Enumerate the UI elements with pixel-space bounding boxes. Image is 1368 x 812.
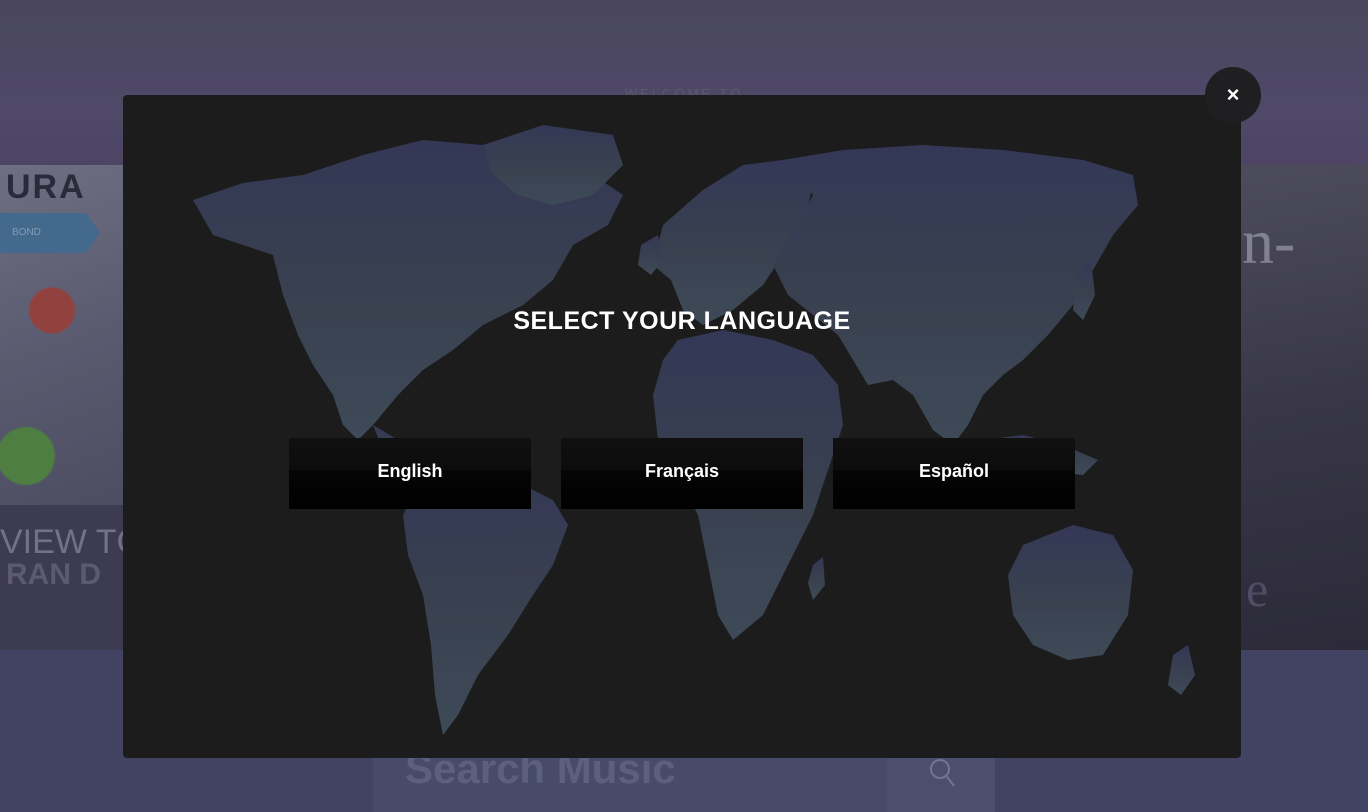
language-button-espanol[interactable]: Español	[833, 438, 1075, 509]
world-map-image	[193, 125, 1195, 735]
close-icon: ×	[1226, 82, 1240, 107]
language-button-francais[interactable]: Français	[561, 438, 803, 509]
language-modal: SELECT YOUR LANGUAGE English Français Es…	[123, 95, 1241, 758]
page: WELCOME TO URA BOND VIEW TC RAN D n- e S…	[0, 0, 1368, 812]
close-button[interactable]: ×	[1205, 67, 1261, 123]
modal-title: SELECT YOUR LANGUAGE	[513, 307, 851, 335]
language-button-english[interactable]: English	[289, 438, 531, 509]
